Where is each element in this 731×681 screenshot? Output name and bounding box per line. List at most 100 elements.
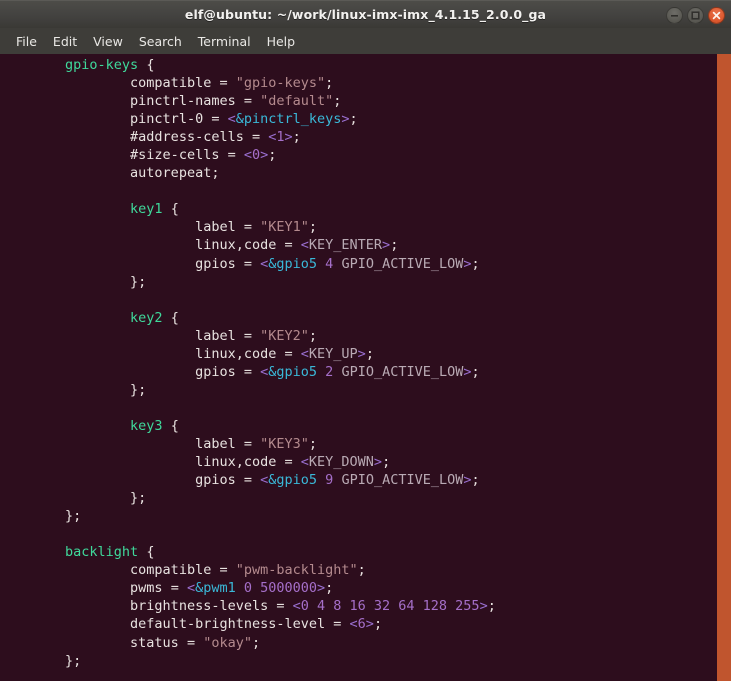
code-token: &gpio5 xyxy=(268,472,318,489)
menu-item-terminal[interactable]: Terminal xyxy=(190,32,259,51)
code-token: KEY_DOWN xyxy=(308,454,374,471)
terminal-line: gpio-keys { xyxy=(0,56,717,74)
code-token: #address-cells xyxy=(130,129,244,146)
code-token: > xyxy=(463,255,472,272)
code-token: = xyxy=(235,255,261,272)
terminal-line: #address-cells = <1>; xyxy=(0,128,717,146)
code-token: ; xyxy=(471,255,480,272)
code-token: }; xyxy=(130,490,147,507)
minimize-button[interactable] xyxy=(666,6,683,24)
code-token: pinctrl-0 xyxy=(130,111,204,128)
code-token: linux,code xyxy=(195,237,277,254)
code-token: < xyxy=(243,147,252,164)
terminal-line: label = "KEY1"; xyxy=(0,218,717,236)
terminal-line: key3 { xyxy=(0,417,717,435)
terminal-line: compatible = "gpio-keys"; xyxy=(0,74,717,92)
code-token: 0 4 8 16 32 64 128 255 xyxy=(300,598,480,615)
code-token: < xyxy=(292,598,301,615)
terminal-area[interactable]: gpio-keys { compatible = "gpio-keys"; pi… xyxy=(0,54,731,681)
terminal-line: }; xyxy=(0,507,717,525)
terminal-line: autorepeat; xyxy=(0,164,717,182)
code-token: ; xyxy=(357,562,366,579)
code-token: ; xyxy=(390,237,399,254)
code-token: > xyxy=(373,454,383,471)
code-token: { xyxy=(138,544,155,561)
code-token: < xyxy=(186,580,196,597)
terminal-line: }; xyxy=(0,652,717,670)
menu-item-search[interactable]: Search xyxy=(131,32,190,51)
window-titlebar[interactable]: elf@ubuntu: ~/work/linux-imx-imx_4.1.15_… xyxy=(0,0,731,28)
maximize-button[interactable] xyxy=(687,6,704,24)
terminal-line: pinctrl-0 = <&pinctrl_keys>; xyxy=(0,110,717,128)
code-token: { xyxy=(162,417,179,434)
code-token: brightness-levels xyxy=(130,598,269,615)
terminal-line: }; xyxy=(0,381,717,399)
terminal-line: gpios = <&gpio5 4 GPIO_ACTIVE_LOW>; xyxy=(0,255,717,273)
menu-item-view[interactable]: View xyxy=(85,32,131,51)
code-token: &gpio5 xyxy=(268,255,318,272)
code-token: ; xyxy=(325,75,334,92)
code-token: = xyxy=(268,598,293,615)
terminal-scrollbar[interactable] xyxy=(717,54,731,681)
code-token: key2 xyxy=(130,309,163,326)
code-token: gpios xyxy=(195,255,236,272)
code-token: label xyxy=(195,219,236,236)
terminal-line: linux,code = <KEY_ENTER>; xyxy=(0,236,717,254)
code-token: key1 xyxy=(130,201,163,218)
code-token: < xyxy=(300,345,309,362)
terminal-line: #size-cells = <0>; xyxy=(0,146,717,164)
close-button[interactable] xyxy=(708,6,725,24)
code-token: KEY_UP xyxy=(308,345,358,362)
terminal-line: }; xyxy=(0,489,717,507)
terminal-line: brightness-levels = <0 4 8 16 32 64 128 … xyxy=(0,597,717,615)
terminal-line: linux,code = <KEY_DOWN>; xyxy=(0,453,717,471)
menu-item-edit[interactable]: Edit xyxy=(45,32,85,51)
terminal-line: backlight { xyxy=(0,543,717,561)
code-token: compatible xyxy=(130,75,212,92)
code-token: = xyxy=(276,345,301,362)
code-token: compatible xyxy=(130,562,212,579)
menu-item-help[interactable]: Help xyxy=(259,32,304,51)
maximize-icon xyxy=(691,10,700,20)
code-token: = xyxy=(235,363,261,380)
code-token: label xyxy=(195,327,236,344)
code-token: ; xyxy=(471,363,480,380)
code-token: > xyxy=(284,129,293,146)
code-token: > xyxy=(357,345,366,362)
menu-item-file[interactable]: File xyxy=(8,32,45,51)
code-token: ; xyxy=(382,454,391,471)
code-token: &pwm1 xyxy=(195,580,236,597)
code-token: = xyxy=(276,454,301,471)
code-token: backlight xyxy=(65,544,139,561)
code-token: { xyxy=(138,57,155,73)
terminal-screen[interactable]: gpio-keys { compatible = "gpio-keys"; pi… xyxy=(0,54,717,681)
code-token: = xyxy=(235,93,261,110)
code-token: status xyxy=(130,634,179,651)
code-token: &gpio5 xyxy=(268,363,318,380)
code-token: GPIO_ACTIVE_LOW xyxy=(341,363,464,380)
code-token: ; xyxy=(268,147,277,164)
code-token: ; xyxy=(487,598,496,615)
code-token: ; xyxy=(471,472,480,489)
code-token: "default" xyxy=(260,93,334,110)
code-token: = xyxy=(211,75,236,92)
minimize-icon xyxy=(671,14,678,17)
code-token: ; xyxy=(308,219,318,236)
terminal-line: gpios = <&gpio5 2 GPIO_ACTIVE_LOW>; xyxy=(0,363,717,381)
code-token: 6 xyxy=(357,616,366,633)
